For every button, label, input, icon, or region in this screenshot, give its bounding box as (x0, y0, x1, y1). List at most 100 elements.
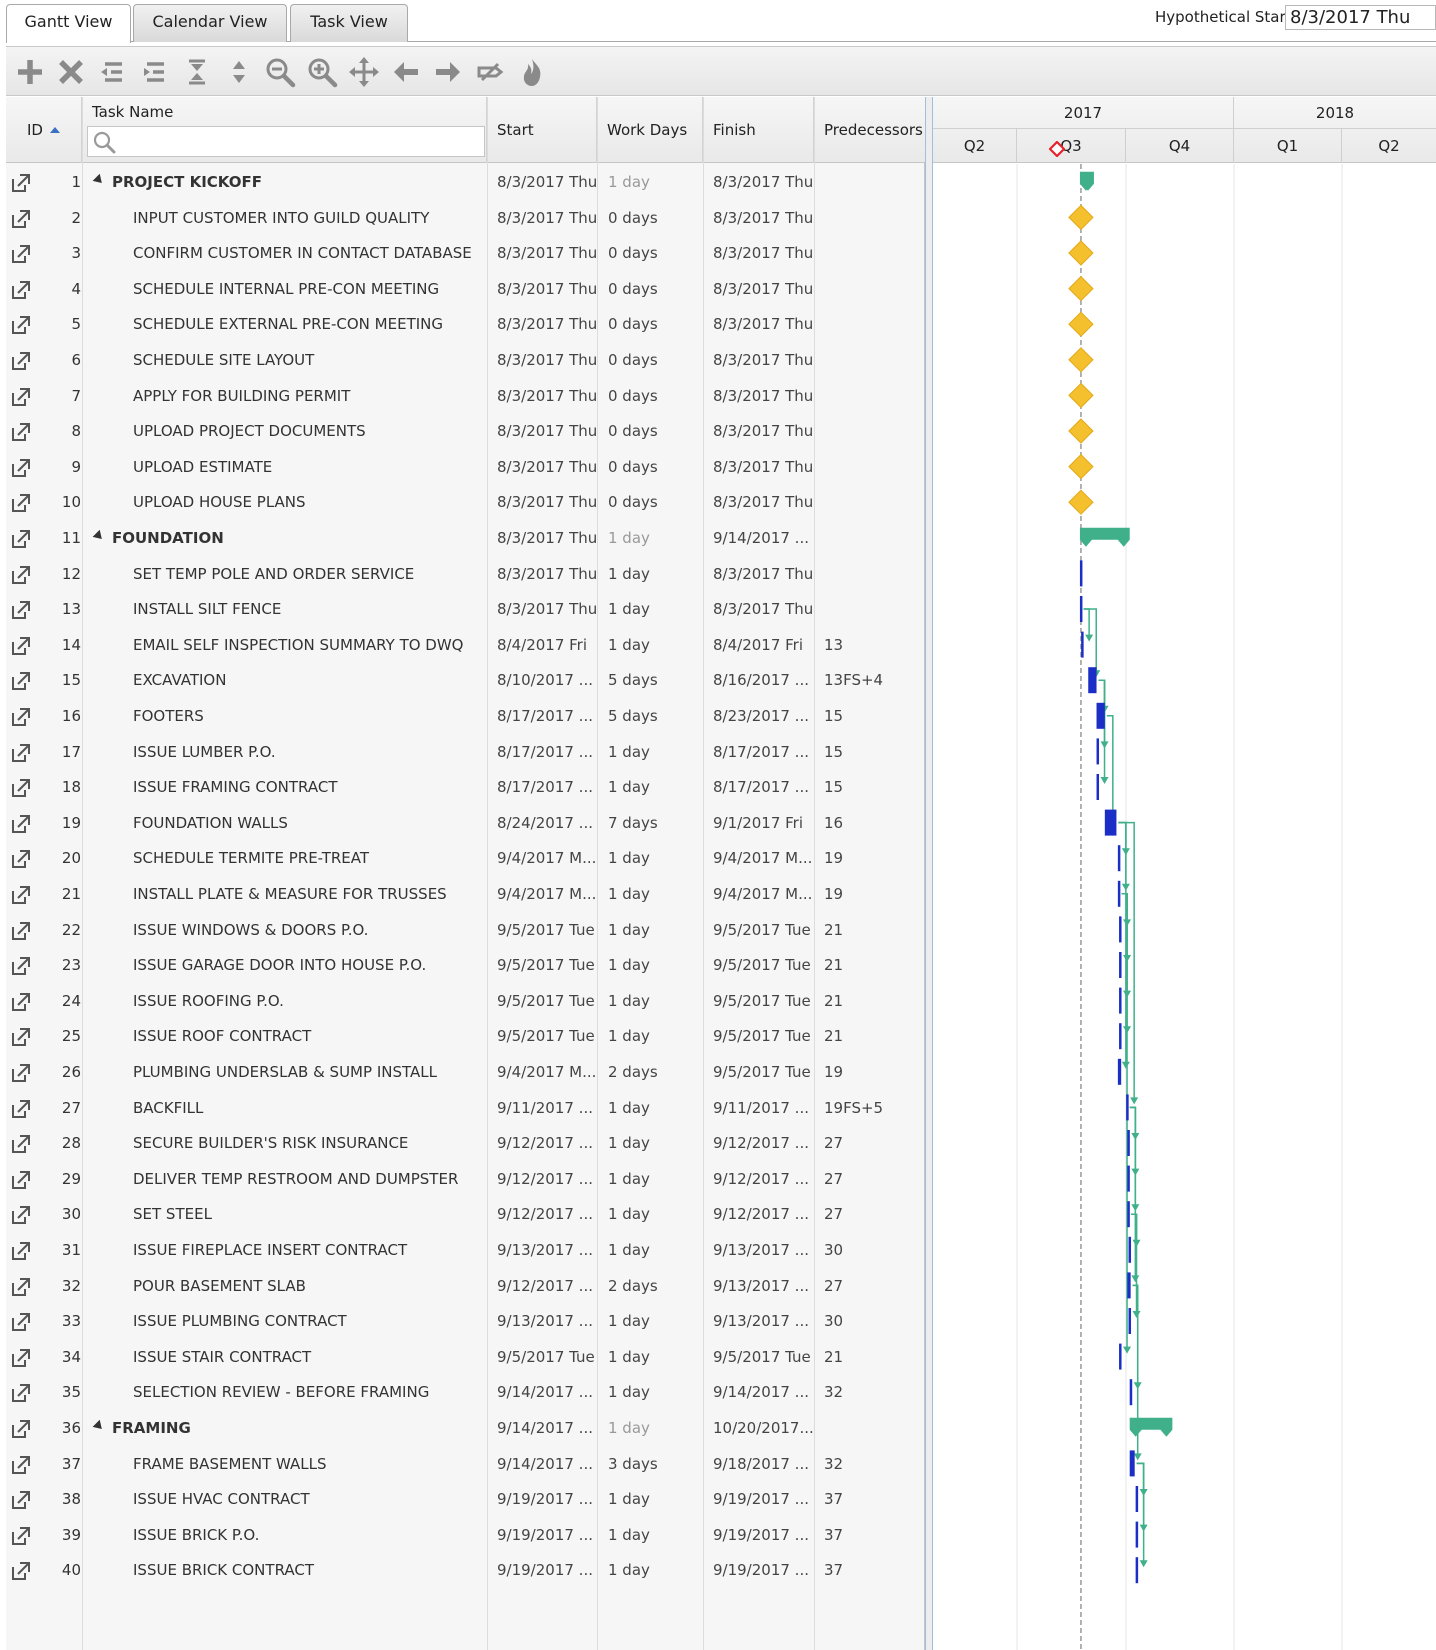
milestone-marker[interactable] (1068, 347, 1094, 373)
open-task-button[interactable] (11, 1090, 41, 1127)
task-row[interactable]: 23 ISSUE GARAGE DOOR INTO HOUSE P.O. 9/5/2… (6, 947, 925, 984)
task-bar[interactable] (1117, 845, 1121, 872)
task-name[interactable]: EMAIL SELF INSPECTION SUMMARY TO DWQ (87, 627, 482, 664)
task-name[interactable]: ISSUE BRICK CONTRACT (87, 1552, 482, 1589)
task-row[interactable]: 2 INPUT CUSTOMER INTO GUILD QUALITY 8/3/20… (6, 200, 925, 237)
task-row[interactable]: 8 UPLOAD PROJECT DOCUMENTS 8/3/2017 Thu 0 d… (6, 413, 925, 450)
task-bar[interactable] (1128, 1308, 1132, 1334)
open-task-button[interactable] (11, 627, 41, 664)
expand-all-button[interactable] (223, 56, 255, 88)
open-task-button[interactable] (11, 662, 41, 699)
collapse-all-button[interactable] (181, 56, 213, 88)
open-task-button[interactable] (11, 164, 41, 201)
task-row[interactable]: 19 FOUNDATION WALLS 8/24/2017 ... 7 days 9/1… (6, 805, 925, 842)
task-row[interactable]: 38 ISSUE HVAC CONTRACT 9/19/2017 ... 1 day 9… (6, 1481, 925, 1518)
task-bar[interactable] (1096, 774, 1100, 800)
task-name[interactable]: INPUT CUSTOMER INTO GUILD QUALITY (87, 200, 482, 237)
task-name[interactable]: SECURE BUILDER'S RISK INSURANCE (87, 1125, 482, 1162)
summary-bar[interactable] (1079, 171, 1094, 191)
open-task-button[interactable] (11, 734, 41, 771)
task-bar[interactable] (1135, 1521, 1139, 1548)
tab-gantt-view[interactable]: Gantt View (6, 4, 131, 43)
task-bar[interactable] (1079, 560, 1083, 587)
task-bar[interactable] (1104, 809, 1117, 836)
column-header-id[interactable]: ID (6, 97, 82, 163)
task-bar[interactable] (1127, 1201, 1130, 1228)
task-name[interactable]: PLUMBING UNDERSLAB & SUMP INSTALL (87, 1054, 482, 1091)
task-row[interactable]: 18 ISSUE FRAMING CONTRACT 8/17/2017 ... 1 d… (6, 769, 925, 806)
task-bar[interactable] (1119, 987, 1122, 1014)
task-row[interactable]: 1 PROJECT KICKOFF 8/3/2017 Thu 1 day 8/3/201… (6, 164, 925, 201)
collapse-toggle-icon[interactable] (92, 1419, 106, 1433)
open-task-button[interactable] (11, 1481, 41, 1518)
task-name[interactable]: FOUNDATION (87, 520, 482, 557)
task-name[interactable]: UPLOAD HOUSE PLANS (87, 484, 482, 521)
open-task-button[interactable] (11, 342, 41, 379)
milestone-marker[interactable] (1068, 311, 1094, 337)
task-bar[interactable] (1129, 1379, 1133, 1406)
task-bar[interactable] (1119, 1343, 1122, 1370)
task-name[interactable]: SET TEMP POLE AND ORDER SERVICE (87, 556, 482, 593)
task-row[interactable]: 7 APPLY FOR BUILDING PERMIT 8/3/2017 Thu 0 … (6, 378, 925, 415)
fit-to-screen-button[interactable] (348, 56, 380, 88)
task-row[interactable]: 16 FOOTERS 8/17/2017 ... 5 days 8/23/2017 ..… (6, 698, 925, 735)
open-task-button[interactable] (11, 306, 41, 343)
task-row[interactable]: 14 EMAIL SELF INSPECTION SUMMARY TO DWQ 8/… (6, 627, 925, 664)
open-task-button[interactable] (11, 556, 41, 593)
task-name[interactable]: FOOTERS (87, 698, 482, 735)
task-row[interactable]: 27 BACKFILL 9/11/2017 ... 1 day 9/11/2017 ..… (6, 1090, 925, 1127)
task-name[interactable]: FOUNDATION WALLS (87, 805, 482, 842)
task-row[interactable]: 5 SCHEDULE EXTERNAL PRE-CON MEETING 8/3/20… (6, 306, 925, 343)
column-header-task-name[interactable]: Task Name (82, 97, 487, 163)
task-name[interactable]: SCHEDULE TERMITE PRE-TREAT (87, 840, 482, 877)
task-row[interactable]: 21 INSTALL PLATE & MEASURE FOR TRUSSES 9/4… (6, 876, 925, 913)
task-row[interactable]: 24 ISSUE ROOFING P.O. 9/5/2017 Tue 1 day 9/5… (6, 983, 925, 1020)
milestone-marker[interactable] (1068, 275, 1094, 302)
pane-splitter[interactable] (925, 97, 933, 1650)
task-name[interactable]: ISSUE WINDOWS & DOORS P.O. (87, 912, 482, 949)
tab-task-view[interactable]: Task View (290, 4, 408, 42)
task-bar[interactable] (1081, 631, 1084, 658)
task-name[interactable]: SCHEDULE EXTERNAL PRE-CON MEETING (87, 306, 482, 343)
summary-bar[interactable] (1129, 1417, 1173, 1437)
task-name[interactable]: ISSUE FRAMING CONTRACT (87, 769, 482, 806)
task-row[interactable]: 26 PLUMBING UNDERSLAB & SUMP INSTALL 9/4/2… (6, 1054, 925, 1091)
outdent-button[interactable] (97, 56, 129, 88)
task-name[interactable]: ISSUE LUMBER P.O. (87, 734, 482, 771)
milestone-marker[interactable] (1068, 204, 1094, 231)
open-task-button[interactable] (11, 1517, 41, 1554)
task-bar[interactable] (1117, 880, 1121, 907)
task-name[interactable]: EXCAVATION (87, 662, 482, 699)
task-name[interactable]: PROJECT KICKOFF (87, 164, 482, 201)
task-row[interactable]: 29 DELIVER TEMP RESTROOM AND DUMPSTER 9/12… (6, 1161, 925, 1198)
open-task-button[interactable] (11, 1018, 41, 1055)
open-task-button[interactable] (11, 1303, 41, 1340)
task-bar[interactable] (1119, 1023, 1122, 1050)
open-task-button[interactable] (11, 235, 41, 272)
task-bar[interactable] (1126, 1094, 1129, 1121)
task-row[interactable]: 20 SCHEDULE TERMITE PRE-TREAT 9/4/2017 M..… (6, 840, 925, 877)
task-name[interactable]: SCHEDULE SITE LAYOUT (87, 342, 482, 379)
task-row[interactable]: 34 ISSUE STAIR CONTRACT 9/5/2017 Tue 1 day 9… (6, 1339, 925, 1376)
collapse-toggle-icon[interactable] (92, 529, 106, 543)
task-name[interactable]: POUR BASEMENT SLAB (87, 1268, 482, 1305)
collapse-toggle-icon[interactable] (92, 173, 106, 187)
open-task-button[interactable] (11, 1161, 41, 1198)
summary-bar[interactable] (1079, 527, 1130, 547)
task-bar[interactable] (1127, 1165, 1130, 1192)
task-name[interactable]: BACKFILL (87, 1090, 482, 1127)
task-row[interactable]: 35 SELECTION REVIEW - BEFORE FRAMING 9/14/… (6, 1374, 925, 1411)
open-task-button[interactable] (11, 1339, 41, 1376)
open-task-button[interactable] (11, 1054, 41, 1091)
open-task-button[interactable] (11, 912, 41, 949)
column-header-start[interactable]: Start (487, 97, 597, 163)
open-task-button[interactable] (11, 271, 41, 308)
task-bar[interactable] (1135, 1557, 1139, 1584)
task-name[interactable]: INSTALL PLATE & MEASURE FOR TRUSSES (87, 876, 482, 913)
open-task-button[interactable] (11, 484, 41, 521)
open-task-button[interactable] (11, 1196, 41, 1233)
task-name[interactable]: FRAME BASEMENT WALLS (87, 1446, 482, 1483)
open-task-button[interactable] (11, 983, 41, 1020)
milestone-marker[interactable] (1068, 382, 1094, 409)
task-bar[interactable] (1119, 916, 1122, 943)
